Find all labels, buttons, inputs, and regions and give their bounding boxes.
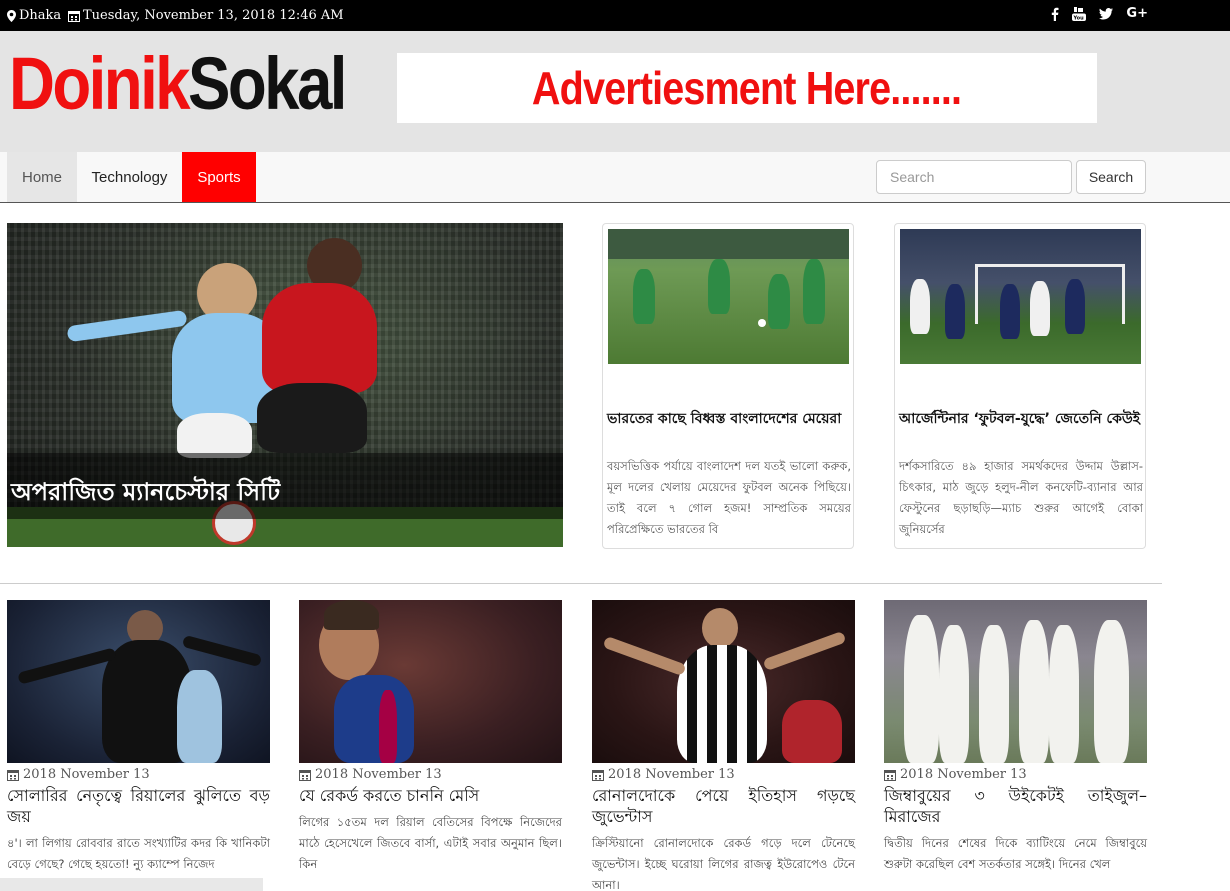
nav-item-home[interactable]: Home (7, 152, 77, 202)
social-links: You G+ (1051, 6, 1148, 21)
post-image (299, 600, 562, 763)
post-excerpt: দ্বিতীয় দিনের শেষের দিকে ব্যাটিংয়ে নেম… (884, 836, 1147, 871)
post-card[interactable]: 2018 November 13 যে রেকর্ড করতে চাননি মে… (299, 600, 562, 875)
post-date: 2018 November 13 (7, 767, 270, 782)
post-excerpt: লিগের ১৫তম দল রিয়াল বেতিসের বিপক্ষে নিজ… (299, 815, 562, 871)
news-card-title[interactable]: আর্জেন্টিনার ‘ফুটবল-যুদ্ধে’ জেতেনি কেউই (899, 410, 1143, 428)
post-title[interactable]: যে রেকর্ড করতে চাননি মেসি (299, 785, 562, 806)
search-input[interactable] (876, 160, 1072, 194)
logo-part-doinik: Doinik (9, 42, 191, 125)
post-date: 2018 November 13 (592, 767, 855, 782)
post-card[interactable]: 2018 November 13 জিম্বাবুয়ের ৩ উইকেটই ত… (884, 600, 1147, 875)
facebook-icon[interactable] (1051, 7, 1059, 21)
post-title[interactable]: জিম্বাবুয়ের ৩ উইকেটই তাইজুল–মিরাজের (884, 785, 1147, 827)
post-excerpt: ক্রিস্টিয়ানো রোনালদোকে রেকর্ড গড়ে দলে … (592, 836, 855, 891)
post-date: 2018 November 13 (299, 767, 562, 782)
location: Dhaka (7, 8, 61, 23)
youtube-icon[interactable]: You (1072, 6, 1087, 21)
svg-text:You: You (1073, 15, 1085, 21)
post-image (7, 600, 270, 763)
calendar-icon (884, 769, 896, 781)
post-image (592, 600, 855, 763)
section-divider (0, 583, 1162, 584)
featured-story[interactable]: অপরাজিত ম্যানচেস্টার সিটি (7, 223, 563, 547)
post-image (884, 600, 1147, 763)
top-bar: Dhaka Tuesday, November 13, 2018 12:46 A… (0, 0, 1230, 31)
calendar-icon (68, 10, 80, 22)
post-title[interactable]: সোলারির নেতৃত্বে রিয়ালের ঝুলিতে বড় জয় (7, 785, 270, 827)
news-card-image (900, 229, 1141, 364)
nav-item-technology[interactable]: Technology (77, 152, 182, 202)
calendar-icon (299, 769, 311, 781)
calendar-icon (7, 769, 19, 781)
news-card-title[interactable]: ভারতের কাছে বিধ্বস্ত বাংলাদেশের মেয়েরা (607, 410, 851, 428)
post-date: 2018 November 13 (884, 767, 1147, 782)
search-button[interactable]: Search (1076, 160, 1146, 194)
datetime-text: Tuesday, November 13, 2018 12:46 AM (83, 8, 344, 23)
post-excerpt: ৪'। লা লিগায় রোববার রাতে সংখ্যাটির কদর … (7, 836, 270, 871)
twitter-icon[interactable] (1099, 7, 1114, 20)
news-card-excerpt: দর্শকসারিতে ৪৯ হাজার সমর্থকদের উদ্দাম উল… (899, 459, 1143, 536)
post-card[interactable]: 2018 November 13 রোনালদোকে পেয়ে ইতিহাস … (592, 600, 855, 891)
google-plus-icon[interactable]: G+ (1126, 6, 1148, 21)
nav-item-sports[interactable]: Sports (182, 152, 256, 202)
site-header: DoinikSokal Advertiesment Here....... (0, 31, 1230, 152)
current-date: Tuesday, November 13, 2018 12:46 AM (68, 8, 344, 23)
post-card[interactable]: 2018 November 13 সোলারির নেতৃত্বে রিয়াল… (7, 600, 270, 875)
calendar-icon (592, 769, 604, 781)
main-nav: Home Technology Sports Search (0, 152, 1230, 203)
news-card-image (608, 229, 849, 364)
map-marker-icon (7, 9, 16, 22)
logo-part-sokal: Sokal (187, 42, 347, 125)
horizontal-scrollbar[interactable] (0, 878, 263, 891)
ad-banner[interactable]: Advertiesment Here....... (397, 53, 1097, 123)
post-title[interactable]: রোনালদোকে পেয়ে ইতিহাস গড়ছে জুভেন্টাস (592, 785, 855, 827)
ad-text: Advertiesment Here....... (532, 62, 962, 114)
location-text: Dhaka (19, 8, 62, 23)
player-shirt-united (262, 283, 377, 393)
news-card[interactable]: ভারতের কাছে বিধ্বস্ত বাংলাদেশের মেয়েরা … (602, 223, 854, 549)
site-logo[interactable]: DoinikSokal (9, 47, 347, 121)
featured-caption[interactable]: অপরাজিত ম্যানচেস্টার সিটি (11, 474, 280, 514)
news-card[interactable]: আর্জেন্টিনার ‘ফুটবল-যুদ্ধে’ জেতেনি কেউই … (894, 223, 1146, 549)
news-card-excerpt: বয়সভিত্তিক পর্যায়ে বাংলাদেশ দল যতই ভাল… (607, 459, 851, 536)
